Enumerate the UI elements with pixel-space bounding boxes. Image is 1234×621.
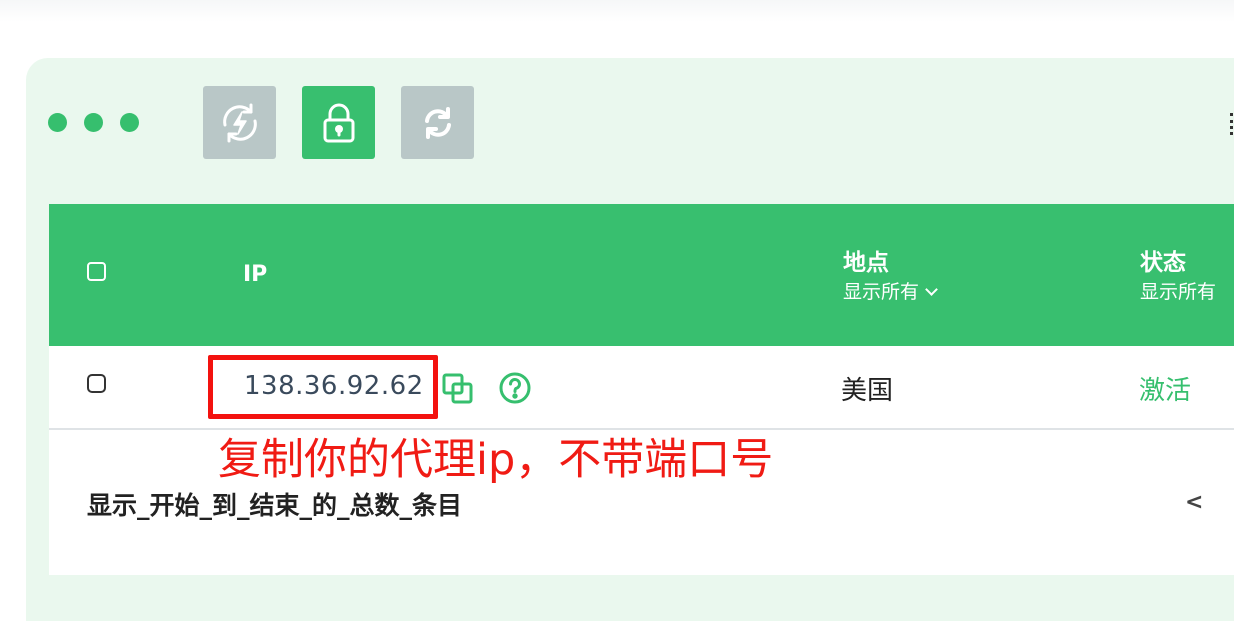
lock-icon (323, 103, 354, 142)
sync-icon (424, 106, 451, 139)
help-icon[interactable] (498, 371, 532, 405)
grip-icon (1230, 113, 1234, 135)
more-options-icon[interactable] (48, 113, 139, 132)
dot (84, 113, 103, 132)
table-header: IP 地点 显示所有 状态 显示所有 (49, 204, 1234, 346)
pagination-prev-button[interactable]: < (1185, 490, 1203, 515)
status-value: 激活 (1139, 376, 1192, 406)
refresh-button[interactable] (401, 86, 474, 159)
table-info: 显示_开始_到_结束_的_总数_条目 (87, 491, 463, 520)
lock-button[interactable] (302, 86, 375, 159)
location-label: 地点 (843, 250, 889, 276)
column-header-ip[interactable]: IP (243, 262, 267, 287)
chevron-down-icon (925, 283, 938, 296)
annotation-highlight-box (208, 355, 438, 419)
column-header-status: 状态 显示所有 (1140, 248, 1216, 306)
status-filter-dropdown[interactable]: 显示所有 (1140, 278, 1216, 306)
quick-rotate-button[interactable] (203, 86, 276, 159)
select-all-checkbox[interactable] (87, 262, 106, 281)
top-strip (0, 0, 1234, 22)
location-value: 美国 (841, 376, 894, 406)
copy-icon[interactable] (441, 372, 475, 406)
lightning-refresh-icon (222, 103, 257, 142)
location-filter-dropdown[interactable]: 显示所有 (843, 278, 938, 306)
dot (120, 113, 139, 132)
annotation-text: 复制你的代理ip，不带端口号 (218, 435, 774, 485)
location-filter-value: 显示所有 (843, 281, 920, 303)
row-checkbox[interactable] (87, 374, 106, 393)
status-filter-value: 显示所有 (1140, 281, 1217, 303)
dot (48, 113, 67, 132)
status-label: 状态 (1140, 250, 1186, 276)
column-header-location: 地点 显示所有 (843, 248, 938, 306)
